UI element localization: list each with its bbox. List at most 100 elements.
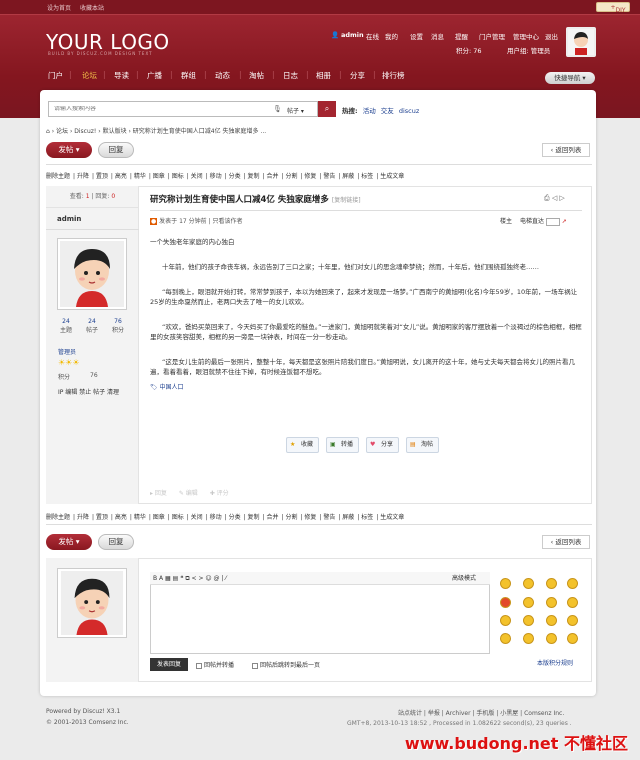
smiley-icon[interactable] <box>546 597 557 608</box>
mod-digest[interactable]: 精华 <box>134 173 146 180</box>
mod-delete[interactable]: 删除主题 <box>46 173 70 180</box>
mod-stick[interactable]: 置顶 <box>96 514 108 521</box>
mod-move[interactable]: 移动 <box>210 514 222 521</box>
edit-link[interactable]: ✎ 编辑 <box>179 490 198 497</box>
mod-highlight[interactable]: 高亮 <box>115 514 127 521</box>
nav-item-album[interactable]: 相册 <box>316 70 331 81</box>
hot-search-item[interactable]: discuz <box>399 107 419 115</box>
nav-item-feed[interactable]: 动态 <box>215 70 230 81</box>
reply-link[interactable]: ▸ 回复 <box>150 490 167 497</box>
floor-input[interactable] <box>545 217 560 226</box>
nav-notices[interactable]: 提醒 <box>455 31 468 41</box>
smiley-icon[interactable] <box>500 578 511 589</box>
share-button[interactable]: ♥ 分享 <box>366 437 400 453</box>
nav-item-groups[interactable]: 群组 <box>181 70 196 81</box>
username-link[interactable]: admin <box>341 31 364 39</box>
credit-rules-link[interactable]: 本版积分规则 <box>537 658 573 667</box>
search-input[interactable] <box>54 106 264 112</box>
microphone-icon[interactable]: 🎙 <box>273 105 282 113</box>
author-group[interactable]: 管理员 <box>58 347 76 356</box>
mod-copy[interactable]: 复制 <box>248 514 260 521</box>
mod-move[interactable]: 移动 <box>210 173 222 180</box>
smiley-icon[interactable] <box>567 597 578 608</box>
nav-item-forum[interactable]: 论坛 <box>82 70 97 81</box>
breadcrumb-item[interactable]: 研究称计划生育使中国人口减4亿 失独家庭增多 ... <box>133 128 266 135</box>
mod-delete[interactable]: 删除主题 <box>46 514 70 521</box>
mod-icon[interactable]: 图标 <box>172 514 184 521</box>
credit-label[interactable]: 积分: 76 <box>456 45 482 55</box>
nav-item-portal[interactable]: 门户 <box>48 70 63 81</box>
smiley-icon[interactable] <box>523 633 534 644</box>
jump-last-page-checkbox[interactable]: 回帖后跳转到最后一页 <box>252 660 320 669</box>
search-button[interactable]: ⌕ <box>318 101 336 117</box>
author-avatar[interactable] <box>57 238 127 310</box>
favorite-button[interactable]: ★ 收藏 <box>286 437 320 453</box>
nav-item-guide[interactable]: 导读 <box>114 70 129 81</box>
footer-links[interactable]: 站点统计 | 举报 | Archiver | 手机版 | 小黑屋 | Comse… <box>398 708 564 717</box>
mod-split[interactable]: 分割 <box>285 173 297 180</box>
home-icon[interactable]: ⌂ <box>46 128 50 135</box>
author-stat-posts[interactable]: 24 帖子 <box>84 318 100 334</box>
forward-button[interactable]: ▣ 转播 <box>326 437 360 453</box>
nav-item-share[interactable]: 分享 <box>350 70 365 81</box>
mod-split[interactable]: 分割 <box>285 514 297 521</box>
smiley-icon[interactable] <box>500 633 511 644</box>
set-homepage-link[interactable]: 设为首页 <box>47 3 71 12</box>
editor-tools-icon[interactable]: B A ▦ ▤ ❝ ⧉ < > ☺ @ | ⁄ <box>153 575 226 582</box>
mod-digest[interactable]: 精华 <box>134 514 146 521</box>
bookmark-link[interactable]: 收藏本站 <box>80 3 104 12</box>
nav-my[interactable]: 我的 <box>385 31 398 41</box>
breadcrumb-item[interactable]: 论坛 <box>56 128 68 135</box>
forward-checkbox[interactable]: 回帖并转播 <box>196 660 234 669</box>
smiley-icon[interactable] <box>546 633 557 644</box>
go-icon[interactable]: ➚ <box>562 218 567 225</box>
hot-search-item[interactable]: 交友 <box>381 107 394 115</box>
smiley-icon[interactable] <box>546 578 557 589</box>
breadcrumb-item[interactable]: 默认版块 <box>103 128 127 135</box>
mod-bump[interactable]: 升降 <box>77 514 89 521</box>
mod-category[interactable]: 分类 <box>229 514 241 521</box>
advanced-mode-link[interactable]: 高级模式 <box>452 572 476 585</box>
mod-stamp[interactable]: 图章 <box>153 514 165 521</box>
diy-button[interactable]: + DIY <box>596 2 630 14</box>
author-stat-topics[interactable]: 24 主题 <box>58 318 74 334</box>
mod-merge[interactable]: 合并 <box>266 173 278 180</box>
mod-generate-article[interactable]: 生成文章 <box>380 173 404 180</box>
back-to-list-button-bottom[interactable]: ‹ 返回列表 <box>542 535 590 549</box>
mod-stamp[interactable]: 图章 <box>153 173 165 180</box>
smiley-icon[interactable] <box>567 615 578 626</box>
quick-nav-button[interactable]: 快捷导航 ▾ <box>545 72 595 84</box>
mod-close[interactable]: 关闭 <box>191 173 203 180</box>
back-to-list-button[interactable]: ‹ 返回列表 <box>542 143 590 157</box>
mod-repair[interactable]: 修复 <box>304 173 316 180</box>
mod-tag[interactable]: 标签 <box>361 173 373 180</box>
mod-copy[interactable]: 复制 <box>248 173 260 180</box>
post-tag[interactable]: 🏷 中国人口 <box>150 382 184 391</box>
smiley-icon[interactable] <box>523 578 534 589</box>
new-post-button-bottom[interactable]: 发帖 ▾ <box>46 534 92 550</box>
nav-settings[interactable]: 设置 <box>410 31 423 41</box>
mod-warn[interactable]: 警告 <box>323 173 335 180</box>
smiley-icon[interactable] <box>523 615 534 626</box>
mod-bump[interactable]: 升降 <box>77 173 89 180</box>
mod-repair[interactable]: 修复 <box>304 514 316 521</box>
mod-block[interactable]: 屏蔽 <box>342 514 354 521</box>
mod-close[interactable]: 关闭 <box>191 514 203 521</box>
mod-merge[interactable]: 合并 <box>266 514 278 521</box>
submit-reply-button[interactable]: 发表回复 <box>150 658 188 671</box>
smiley-icon[interactable] <box>500 615 511 626</box>
nav-portal-admin[interactable]: 门户管理 <box>479 31 505 41</box>
reply-button[interactable]: 回复 <box>98 142 134 158</box>
nav-messages[interactable]: 消息 <box>431 31 444 41</box>
only-author-link[interactable]: 只看该作者 <box>212 218 242 225</box>
mod-warn[interactable]: 警告 <box>323 514 335 521</box>
online-status[interactable]: 在线 <box>366 31 379 41</box>
mod-tag[interactable]: 标签 <box>361 514 373 521</box>
hot-search-item[interactable]: 活动 <box>363 107 376 115</box>
author-stat-credits[interactable]: 76 积分 <box>110 318 126 334</box>
mod-block[interactable]: 屏蔽 <box>342 173 354 180</box>
nav-item-ranking[interactable]: 排行榜 <box>382 70 405 81</box>
copy-link[interactable]: [复制链接] <box>332 197 361 204</box>
breadcrumb-item[interactable]: Discuz! <box>74 128 96 135</box>
smiley-icon[interactable] <box>523 597 534 608</box>
